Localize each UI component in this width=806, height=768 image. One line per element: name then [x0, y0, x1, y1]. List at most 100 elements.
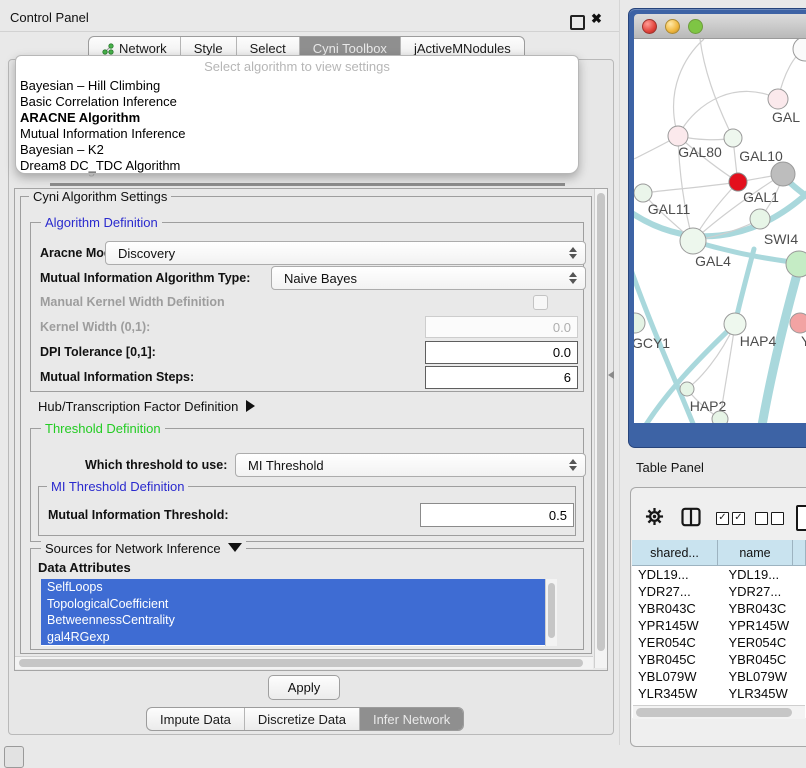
- table-row[interactable]: YBL079WYBL079W: [632, 668, 806, 685]
- dropdown-item[interactable]: Bayesian – Hill Climbing: [16, 78, 578, 94]
- table-cell: YDL19...: [632, 567, 722, 582]
- attribute-list-item[interactable]: BetweennessCentrality: [41, 612, 545, 629]
- panel-splitter-handle[interactable]: [608, 371, 614, 379]
- manual-kernel-width-checkbox[interactable]: [533, 295, 548, 310]
- network-node[interactable]: [790, 313, 806, 333]
- tab-infer-network[interactable]: Infer Network: [359, 708, 463, 730]
- network-edge[interactable]: [700, 39, 733, 138]
- tab-impute-data[interactable]: Impute Data: [147, 708, 244, 730]
- which-threshold-select[interactable]: MI Threshold: [235, 453, 586, 477]
- table-row[interactable]: YBR043CYBR043C: [632, 600, 806, 617]
- network-edge[interactable]: [674, 39, 704, 136]
- settings-hscroll-thumb[interactable]: [19, 659, 583, 667]
- mi-threshold-definition-legend: MI Threshold Definition: [47, 479, 188, 494]
- network-canvas[interactable]: GALGAL80GAL10GAL1GAL11SWI4GAL4GCY1HAP4YH…: [634, 39, 806, 423]
- table-function-icon[interactable]: [796, 505, 806, 531]
- column-header-extra[interactable]: [793, 540, 806, 565]
- network-node[interactable]: [771, 162, 795, 186]
- manual-kernel-width-label: Manual Kernel Width Definition: [40, 295, 225, 309]
- network-node[interactable]: [724, 129, 742, 147]
- attribute-list-item[interactable]: TopologicalCoefficient: [41, 596, 545, 613]
- node-label: GAL: [772, 109, 800, 125]
- threshold-definition-legend: Threshold Definition: [41, 421, 165, 436]
- settings-vscroll-thumb[interactable]: [597, 193, 605, 651]
- table-cell: YBL079W: [722, 669, 802, 684]
- combo-arrows-icon: [569, 247, 577, 259]
- dropdown-item[interactable]: Basic Correlation Inference: [16, 94, 578, 110]
- minimize-window-icon[interactable]: [665, 19, 680, 34]
- table-horizontal-scrollbar[interactable]: [633, 705, 805, 719]
- node-label: GCY1: [634, 335, 670, 351]
- network-window-titlebar[interactable]: [634, 14, 806, 39]
- which-threshold-value: MI Threshold: [248, 458, 324, 473]
- dropdown-item[interactable]: Bayesian – K2: [16, 142, 578, 158]
- table-row[interactable]: YPR145WYPR145W9.: [632, 617, 806, 634]
- network-node[interactable]: [750, 209, 770, 229]
- network-svg: GALGAL80GAL10GAL1GAL11SWI4GAL4GCY1HAP4YH…: [634, 39, 806, 423]
- dropdown-item[interactable]: Mutual Information Inference: [16, 126, 578, 142]
- attributes-list-scrollbar[interactable]: [545, 579, 557, 646]
- table-row[interactable]: YDL19...YDL19...13: [632, 566, 806, 583]
- network-node[interactable]: [634, 313, 645, 333]
- network-node[interactable]: [668, 126, 688, 146]
- table-cell: 9.: [802, 652, 806, 667]
- table-body: YDL19...YDL19...13YDR27...YDR27...12YBR0…: [632, 566, 806, 718]
- deselect-all-checkboxes-icon[interactable]: [755, 512, 784, 525]
- attributes-scroll-thumb[interactable]: [548, 583, 555, 638]
- table-cell: 9.: [802, 618, 806, 633]
- mi-threshold-label: Mutual Information Threshold:: [48, 508, 229, 522]
- mi-threshold-input[interactable]: 0.5: [420, 503, 574, 527]
- network-node[interactable]: [768, 89, 788, 109]
- unchecked-box-icon: [755, 512, 768, 525]
- dropdown-item[interactable]: Dream8 DC_TDC Algorithm: [16, 158, 578, 174]
- table-settings-gear-icon[interactable]: [645, 507, 664, 531]
- node-label: HAP4: [740, 333, 777, 349]
- data-attributes-list[interactable]: SelfLoopsTopologicalCoefficientBetweenne…: [41, 579, 545, 646]
- attribute-table[interactable]: shared... name YDL19...YDL19...13YDR27..…: [632, 540, 806, 718]
- kernel-width-input[interactable]: 0.0: [425, 316, 578, 338]
- maximize-window-icon[interactable]: [688, 19, 703, 34]
- dropdown-item[interactable]: ARACNE Algorithm: [16, 110, 578, 126]
- network-node[interactable]: [634, 184, 652, 202]
- expand-right-icon: [246, 400, 255, 412]
- settings-vertical-scrollbar[interactable]: [594, 189, 607, 668]
- table-row[interactable]: YBR045CYBR045C9.: [632, 651, 806, 668]
- network-node[interactable]: [712, 411, 728, 423]
- minimized-window-icon[interactable]: [4, 746, 24, 768]
- algorithm-dropdown-popup: Select algorithm to view settings Bayesi…: [15, 55, 579, 174]
- attribute-list-item[interactable]: gal4RGexp: [41, 629, 545, 646]
- mi-steps-input[interactable]: 6: [425, 366, 578, 389]
- network-tab-icon: [102, 43, 114, 55]
- close-panel-icon[interactable]: ✖: [591, 11, 602, 27]
- table-hscroll-thumb[interactable]: [636, 708, 792, 717]
- network-edge[interactable]: [678, 91, 778, 136]
- mi-algorithm-type-select[interactable]: Naive Bayes: [271, 266, 586, 290]
- table-cell: YDR27...: [722, 584, 802, 599]
- network-edge[interactable]: [643, 182, 738, 193]
- aracne-mode-select[interactable]: Discovery: [105, 241, 586, 265]
- network-node[interactable]: [724, 313, 746, 335]
- table-row[interactable]: YLR345WYLR345W9.: [632, 685, 806, 702]
- close-window-icon[interactable]: [642, 19, 657, 34]
- network-node[interactable]: [680, 382, 694, 396]
- network-node[interactable]: [680, 228, 706, 254]
- apply-button[interactable]: Apply: [268, 675, 340, 700]
- tab-discretize-data[interactable]: Discretize Data: [244, 708, 359, 730]
- sources-legend[interactable]: Sources for Network Inference: [41, 541, 246, 556]
- select-all-checkboxes-icon[interactable]: ✓ ✓: [716, 512, 745, 525]
- table-cell: YBR043C: [722, 601, 802, 616]
- network-node[interactable]: [786, 251, 806, 277]
- settings-horizontal-scrollbar[interactable]: [15, 656, 593, 669]
- hub-definition-toggle[interactable]: Hub/Transcription Factor Definition: [38, 399, 255, 414]
- table-row[interactable]: YER054CYER054C8.: [632, 634, 806, 651]
- dpi-tolerance-input[interactable]: 0.0: [425, 341, 578, 364]
- attribute-list-item[interactable]: SelfLoops: [41, 579, 545, 596]
- column-layout-icon[interactable]: [681, 507, 701, 532]
- node-label: SWI4: [764, 231, 798, 247]
- table-row[interactable]: YDR27...YDR27...12: [632, 583, 806, 600]
- column-header-shared-name[interactable]: shared...: [632, 540, 718, 565]
- combo-arrows-icon: [569, 459, 577, 471]
- network-edge-thick[interactable]: [735, 249, 754, 324]
- float-panel-icon[interactable]: [570, 15, 585, 30]
- column-header-name[interactable]: name: [718, 540, 793, 565]
